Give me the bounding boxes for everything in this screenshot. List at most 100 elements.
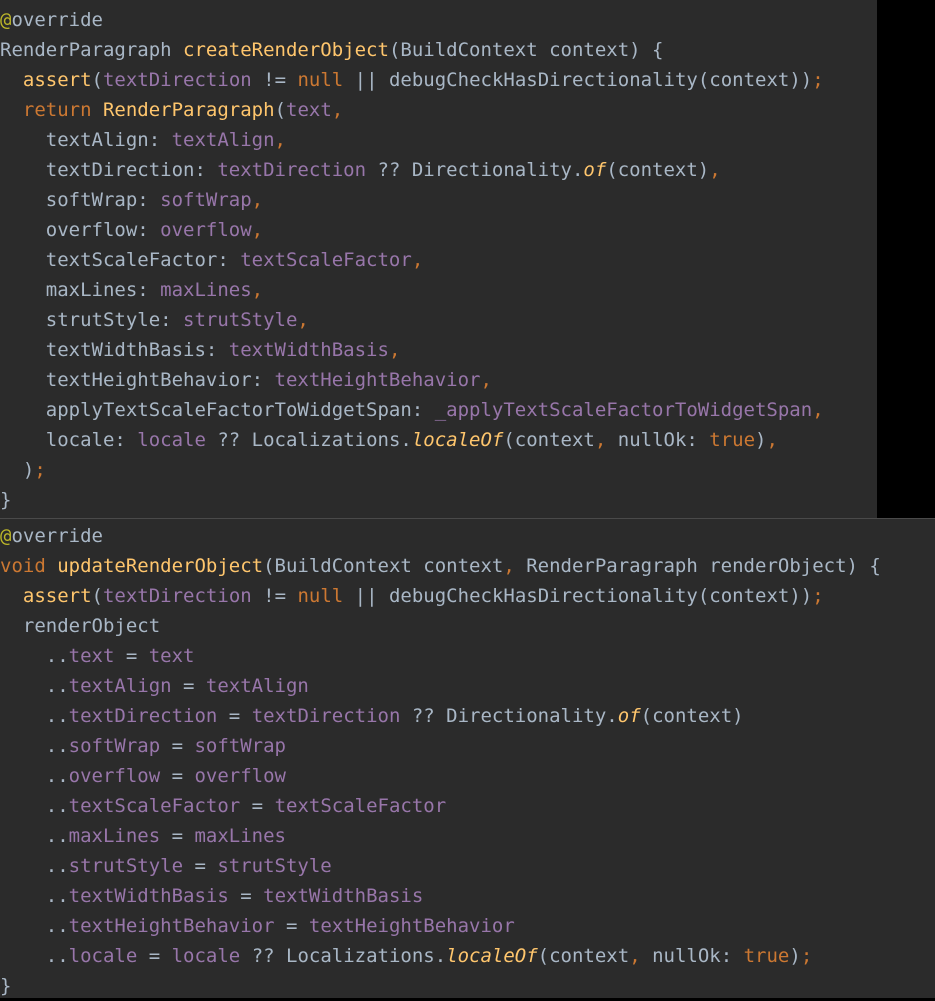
code-token: override	[11, 9, 103, 31]
code-token: textWidthBasis	[68, 885, 229, 907]
code-token: textHeightBehavior	[308, 915, 515, 937]
code-token: ,	[297, 309, 309, 331]
code-token: ,	[251, 189, 264, 211]
code-token: text	[68, 645, 115, 667]
code-token: textAlign:	[0, 129, 172, 151]
code-token: overflow:	[0, 219, 161, 241]
code-token: locale	[171, 945, 241, 967]
code-token: =	[217, 705, 252, 727]
code-token: (context)	[640, 705, 744, 727]
code-token: ,	[388, 339, 401, 361]
code-token: maxLines	[194, 825, 286, 847]
code-line: ..textHeightBehavior = textHeightBehavio…	[0, 911, 935, 941]
code-token: textAlign	[171, 129, 275, 151]
code-line: @override	[0, 5, 877, 35]
code-line: softWrap: softWrap,	[0, 185, 877, 215]
code-token: ..	[0, 675, 69, 697]
code-token: =	[274, 915, 309, 937]
code-line: renderObject	[0, 611, 935, 641]
code-token: }	[0, 489, 12, 511]
create-render-object-panel: @override RenderParagraph createRenderObj…	[0, 0, 877, 518]
code-token: maxLines:	[0, 279, 161, 301]
code-token: text	[286, 99, 332, 121]
code-token: overflow	[68, 765, 161, 787]
code-token: ..	[0, 945, 69, 967]
code-token: =	[171, 675, 206, 697]
code-line: maxLines: maxLines,	[0, 275, 877, 305]
code-token: null	[297, 69, 344, 91]
code-token: ..	[0, 765, 69, 787]
code-block-create-render-object[interactable]: @override RenderParagraph createRenderObj…	[0, 5, 877, 515]
code-token: strutStyle:	[0, 309, 184, 331]
code-token: (context)	[606, 159, 710, 181]
code-token: )	[0, 459, 35, 481]
code-token: textWidthBasis	[228, 339, 389, 361]
code-token: =	[228, 885, 264, 907]
code-token: textScaleFactor	[240, 249, 412, 271]
code-token: ..	[0, 855, 69, 877]
code-block-update-render-object[interactable]: @override void updateRenderObject(BuildCo…	[0, 521, 935, 1001]
code-token: ..	[0, 705, 69, 727]
code-line: assert(textDirection != null || debugChe…	[0, 581, 935, 611]
code-token: softWrap	[194, 735, 286, 757]
code-token: strutStyle	[217, 855, 332, 877]
code-token: =	[160, 825, 195, 847]
code-token: ..	[0, 795, 69, 817]
code-token: textDirection	[251, 705, 401, 727]
code-line: ..locale = locale ?? Localizations.local…	[0, 941, 935, 971]
code-token: maxLines	[160, 279, 252, 301]
code-token: textDirection	[102, 69, 252, 91]
code-line: RenderParagraph createRenderObject(Build…	[0, 35, 877, 65]
code-token: @	[0, 9, 12, 31]
code-token: ;	[812, 69, 824, 91]
code-line: ..overflow = overflow	[0, 761, 935, 791]
code-token: override	[11, 525, 103, 547]
code-token: textDirection	[102, 585, 252, 607]
code-token: ..	[0, 915, 69, 937]
code-token: true	[743, 945, 790, 967]
code-line: ..textScaleFactor = textScaleFactor	[0, 791, 935, 821]
code-token: ;	[800, 945, 813, 967]
code-token: (	[91, 69, 103, 91]
code-token: textDirection	[217, 159, 367, 181]
code-token: =	[137, 945, 172, 967]
code-token: ?? Directionality.	[366, 159, 584, 181]
code-token: ,	[251, 219, 264, 241]
code-token: ,	[766, 429, 778, 451]
code-token: textScaleFactor	[68, 795, 241, 817]
code-line: textDirection: textDirection ?? Directio…	[0, 155, 877, 185]
code-line: textAlign: textAlign,	[0, 125, 877, 155]
code-token: ?? Localizations.	[240, 945, 447, 967]
code-token: ..	[0, 735, 69, 757]
code-token: strutStyle	[68, 855, 184, 877]
code-token: ,	[251, 279, 264, 301]
code-line: void updateRenderObject(BuildContext con…	[0, 551, 935, 581]
code-token: textWidthBasis:	[0, 339, 229, 361]
code-token: textWidthBasis	[263, 885, 424, 907]
code-line: return RenderParagraph(text,	[0, 95, 877, 125]
code-line: );	[0, 455, 877, 485]
code-token: =	[183, 855, 218, 877]
code-token: ,	[709, 159, 721, 181]
code-token: ,	[274, 129, 286, 151]
code-token: of	[617, 705, 641, 727]
code-token: textDirection	[68, 705, 218, 727]
code-line: ..textAlign = textAlign	[0, 671, 935, 701]
code-token: textAlign	[205, 675, 309, 697]
code-line: strutStyle: strutStyle,	[0, 305, 877, 335]
code-token: locale:	[0, 429, 138, 451]
code-line: textHeightBehavior: textHeightBehavior,	[0, 365, 877, 395]
code-token: softWrap	[160, 189, 252, 211]
code-line: locale: locale ?? Localizations.localeOf…	[0, 425, 877, 455]
code-token: softWrap	[68, 735, 161, 757]
code-token: @	[0, 525, 12, 547]
code-token: =	[160, 765, 195, 787]
code-token: locale	[68, 945, 138, 967]
code-token: !=	[251, 585, 298, 607]
code-token: (BuildContext context	[263, 555, 504, 577]
code-token: || debugCheckHasDirectionality(context))	[343, 69, 813, 91]
code-token: ?? Directionality.	[400, 705, 618, 727]
code-line: assert(textDirection != null || debugChe…	[0, 65, 877, 95]
code-token: createRenderObject	[183, 39, 389, 61]
